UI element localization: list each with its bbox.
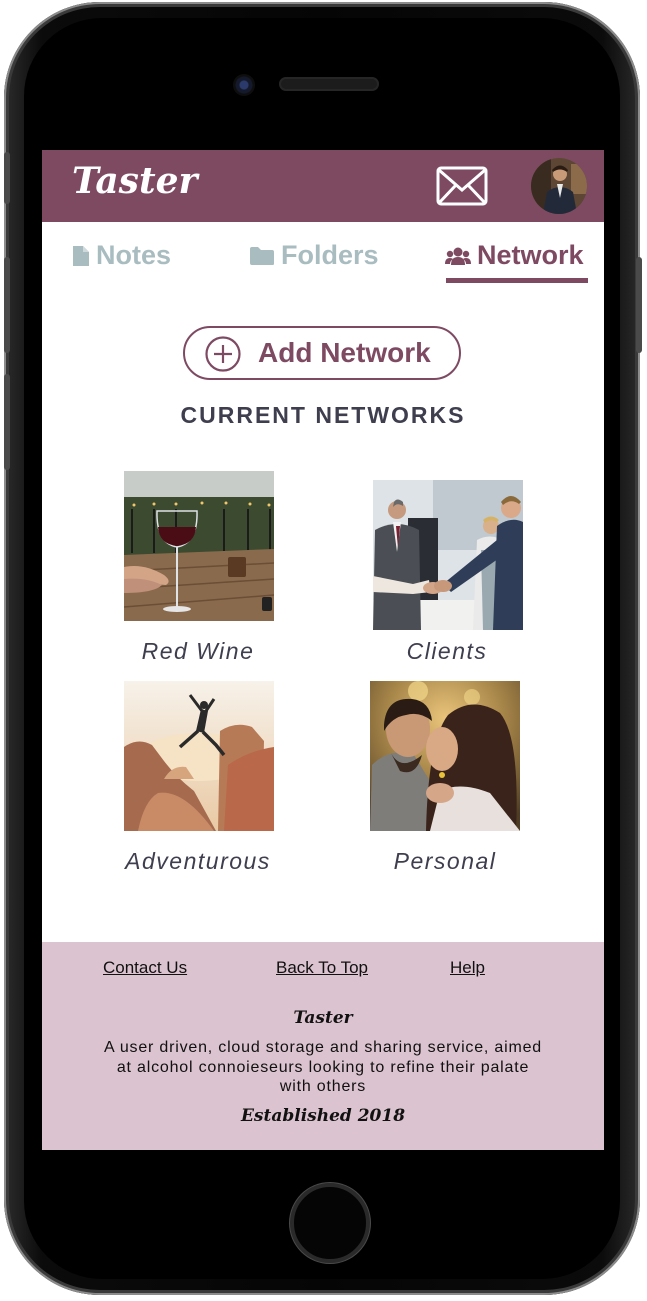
- network-tile-personal[interactable]: [370, 681, 520, 831]
- footer-description: A user driven, cloud storage and sharing…: [104, 1039, 542, 1095]
- tab-folders-label: Folders: [281, 240, 379, 270]
- site-footer: Contact Us Back To Top Help Taster A use…: [42, 942, 604, 1150]
- app-header: Taster: [42, 150, 604, 222]
- tab-notes[interactable]: Notes: [72, 240, 171, 271]
- user-avatar[interactable]: [531, 158, 587, 214]
- plus-circle-icon: [205, 336, 241, 372]
- earpiece-speaker: [281, 79, 377, 89]
- nav-tabs: Notes Folders Network: [42, 222, 604, 292]
- network-tile-adventurous[interactable]: [124, 681, 274, 831]
- logo-text: Taster: [72, 160, 198, 202]
- network-label-red-wine: Red Wine: [141, 638, 255, 664]
- folder-icon: [250, 246, 274, 265]
- users-icon: [445, 247, 471, 265]
- active-tab-indicator: [446, 278, 588, 283]
- avatar-photo: [531, 158, 587, 214]
- volume-down-button: [4, 374, 10, 470]
- tab-folders[interactable]: Folders: [249, 240, 379, 271]
- contact-us-link[interactable]: Contact Us: [103, 958, 187, 978]
- network-label-personal: Personal: [393, 848, 497, 874]
- footer-brand: Taster: [293, 1008, 353, 1028]
- network-tile-red-wine[interactable]: [124, 471, 274, 621]
- couple-photo: [370, 681, 520, 831]
- network-tile-clients[interactable]: [373, 480, 523, 630]
- tab-network[interactable]: Network: [445, 240, 584, 271]
- section-title: CURRENT NETWORKS: [180, 402, 466, 428]
- file-icon: [73, 245, 89, 266]
- tab-network-label: Network: [477, 240, 584, 270]
- footer-established: Established 2018: [240, 1106, 406, 1126]
- app-logo[interactable]: Taster: [72, 160, 197, 202]
- network-label-clients: Clients: [406, 638, 488, 664]
- network-label-adventurous: Adventurous: [125, 848, 271, 874]
- app-screen: Taster Notes Folders Network Add Network…: [42, 150, 604, 1150]
- volume-up-button: [4, 257, 10, 353]
- front-camera: [233, 74, 255, 96]
- wine-glass-photo: [124, 471, 274, 621]
- add-network-button[interactable]: Add Network: [183, 326, 461, 380]
- tab-notes-label: Notes: [96, 240, 172, 270]
- back-to-top-link[interactable]: Back To Top: [276, 958, 368, 978]
- add-network-label: Add Network: [258, 337, 431, 368]
- home-button[interactable]: [290, 1183, 370, 1263]
- help-link[interactable]: Help: [450, 958, 485, 978]
- handshake-photo: [373, 480, 523, 630]
- canyon-jump-photo: [124, 681, 274, 831]
- mail-icon[interactable]: [436, 166, 488, 206]
- power-button: [636, 257, 642, 353]
- mute-switch: [4, 152, 10, 204]
